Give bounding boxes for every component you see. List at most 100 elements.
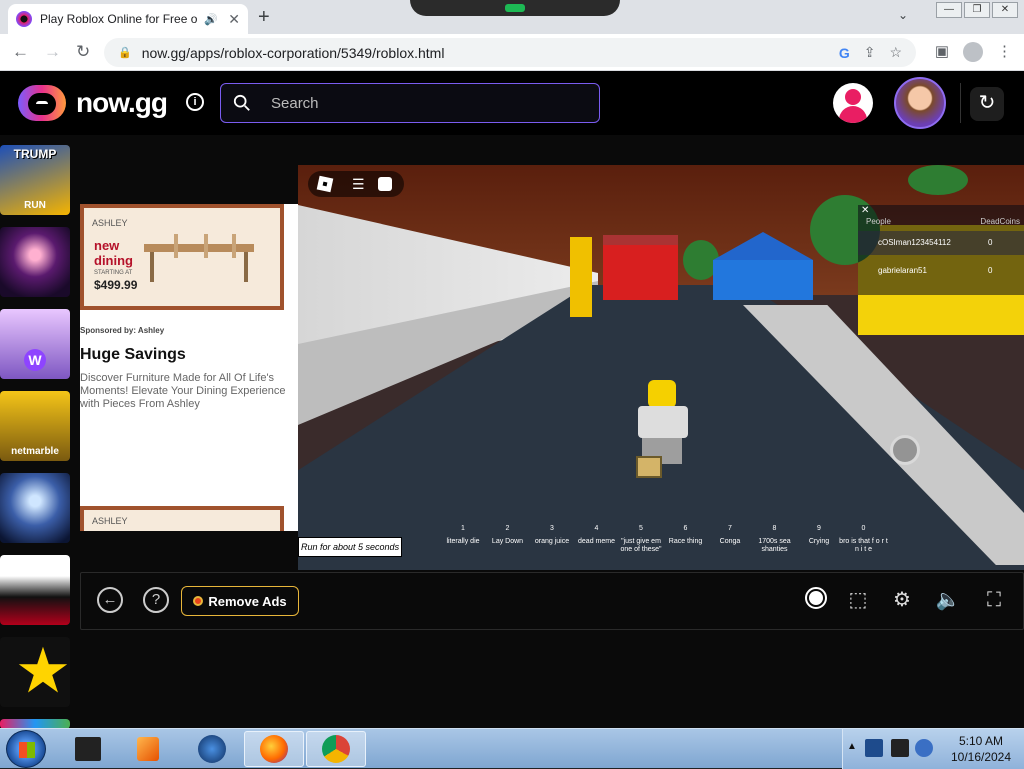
leaderboard-close-icon[interactable]: ✕ (861, 205, 869, 216)
roblox-logo-icon[interactable] (316, 175, 334, 193)
hotbar-slot[interactable]: 4 dead meme (572, 525, 622, 546)
ad-image-secondary[interactable]: ASHLEY (80, 506, 284, 531)
ad-starting-label: STARTING AT (94, 270, 133, 276)
bookmark-star-icon[interactable]: ☆ (889, 44, 902, 61)
sidebar-game-star[interactable]: ★ (0, 637, 70, 707)
sidebar-game-fantasy[interactable] (0, 473, 70, 543)
speaker-icon[interactable]: 🔊 (204, 13, 218, 26)
header-divider (960, 83, 961, 123)
info-icon[interactable]: i (186, 93, 204, 111)
nowgg-logo-text[interactable]: now.gg (76, 87, 168, 119)
new-tab-button[interactable]: + (258, 6, 270, 29)
browser-tab[interactable]: Play Roblox Online for Free o 🔊 ✕ (8, 4, 248, 34)
user-profile-icon[interactable] (833, 83, 873, 123)
hotbar-slot-number: 2 (505, 525, 510, 532)
dining-table-image (144, 234, 262, 282)
nowgg-favicon-icon (16, 11, 32, 27)
hotbar-slot[interactable]: 3 orang juice (527, 525, 577, 546)
ad-panel[interactable]: ASHLEY new dining STARTING AT $499.99 Sp… (80, 204, 298, 531)
recording-indicator-icon (505, 4, 525, 12)
tray-app-icon[interactable] (865, 739, 883, 757)
tab-search-chevron-icon[interactable]: ⌄ (898, 8, 908, 22)
leaderboard-row[interactable]: gabrielaran51 0 (858, 259, 1024, 283)
emote-hotbar: 1 literally die 2 Lay Down 3 orang juice 4 dead… (438, 525, 888, 565)
taskbar-media-player-icon[interactable] (118, 731, 178, 767)
hotbar-slot[interactable]: 8 1700s sea shanties (750, 525, 800, 554)
taskbar-app-dark-icon[interactable] (58, 731, 118, 767)
avatar[interactable] (894, 77, 946, 129)
star-icon: ★ (17, 639, 69, 702)
forward-arrow-icon[interactable]: → (44, 42, 61, 62)
restore-button[interactable]: ❐ (964, 2, 990, 18)
arrow-left-icon[interactable]: ← (97, 587, 123, 613)
remove-ads-icon (193, 596, 204, 606)
taskbar-globe-icon[interactable] (182, 731, 242, 767)
nowgg-header: now.gg i ↻ (0, 71, 1024, 135)
google-lens-icon[interactable]: G (839, 45, 850, 61)
hotbar-slot-label: orang juice (534, 538, 570, 545)
control-bar: ← ? Remove Ads ⬚ ⚙ 🔈 ⛶ (80, 572, 1024, 630)
hotbar-slot[interactable]: 0 bro is that f o r t n i t e (839, 525, 889, 554)
record-button[interactable] (805, 587, 827, 609)
address-bar[interactable]: 🔒 now.gg/apps/roblox-corporation/5349/ro… (104, 38, 916, 67)
remove-ads-button[interactable]: Remove Ads (181, 586, 299, 616)
minimize-button[interactable]: — (936, 2, 962, 18)
screen-notch (410, 0, 620, 16)
search-box[interactable] (220, 83, 600, 123)
url-text[interactable]: now.gg/apps/roblox-corporation/5349/robl… (142, 45, 445, 61)
hotbar-slot-label: "just give em one of these" (620, 538, 662, 553)
close-window-button[interactable]: ✕ (992, 2, 1018, 18)
refresh-icon[interactable]: ↻ (970, 87, 1004, 121)
search-input[interactable] (271, 94, 571, 112)
sidebar-game-anime[interactable] (0, 227, 70, 297)
hotbar-slot-number: 3 (550, 525, 554, 532)
hotbar-slot-number: 5 (639, 525, 643, 532)
hotbar-slot[interactable]: 1 literally die (438, 525, 488, 546)
clock-date: 10/16/2024 (950, 750, 1012, 764)
taskbar-clock[interactable]: 5:10 AM 10/16/2024 (945, 733, 1017, 765)
ad-image[interactable]: ASHLEY new dining STARTING AT $499.99 (80, 204, 284, 310)
ad-headline[interactable]: Huge Savings (80, 346, 186, 364)
tray-network-icon[interactable] (891, 739, 909, 757)
hotbar-slot[interactable]: 7 Conga (705, 525, 755, 546)
nowgg-logo-icon[interactable] (18, 85, 66, 121)
reload-icon[interactable]: ↻ (76, 42, 90, 62)
help-icon[interactable]: ? (143, 587, 169, 613)
sidebar-game-shadow-fight[interactable] (0, 555, 70, 625)
sidebar-game-w[interactable]: W (0, 309, 70, 379)
fullscreen-icon[interactable]: ⛶ (981, 587, 1007, 613)
system-tray: ▲ 5:10 AM 10/16/2024 (842, 729, 1024, 769)
cursor-settings-icon[interactable]: ⚙ (889, 587, 915, 613)
chat-icon[interactable] (378, 177, 392, 191)
hotbar-slot[interactable]: 2 Lay Down (483, 525, 533, 546)
leaderboard-row[interactable]: cOSIman123454112 0 (858, 231, 1024, 255)
hotbar-slot-label: Lay Down (491, 538, 524, 545)
taskbar-firefox-icon[interactable] (244, 731, 304, 767)
game-viewport[interactable]: ☰ ✕ People DeadCoins cOSIman123454112 0 … (298, 165, 1024, 570)
hotbar-slot[interactable]: 9 Crying (794, 525, 844, 546)
share-icon[interactable]: ⇪ (864, 44, 876, 61)
profile-avatar-icon[interactable] (963, 42, 983, 62)
hotbar-slot-number: 6 (683, 525, 688, 532)
menu-kebab-icon[interactable]: ⋮ (997, 42, 1012, 62)
sidebar-game-netmarble[interactable]: netmarble (0, 391, 70, 461)
sidebar-game-trump-run[interactable]: TRUMP RUN (0, 145, 70, 215)
hotbar-slot[interactable]: 5 "just give em one of these" (616, 525, 666, 554)
cursor-mode-icon[interactable]: ⬚ (845, 587, 871, 613)
side-panel-icon[interactable]: ▣ (935, 42, 949, 62)
joystick-thumb[interactable] (890, 435, 920, 465)
tray-expand-icon[interactable]: ▲ (847, 741, 857, 752)
start-button[interactable] (6, 730, 46, 768)
hamburger-menu-icon[interactable]: ☰ (352, 176, 365, 193)
tray-volume-icon[interactable] (915, 739, 933, 757)
hotbar-slot[interactable]: 6 Race thing (661, 525, 711, 546)
close-tab-icon[interactable]: ✕ (228, 11, 240, 28)
back-arrow-icon[interactable]: ← (12, 42, 29, 62)
game-tree (908, 165, 968, 195)
remove-ads-label: Remove Ads (208, 593, 287, 609)
lock-icon[interactable]: 🔒 (118, 46, 132, 59)
volume-icon[interactable]: 🔈 (935, 587, 961, 613)
hotbar-slot-label: dead meme (578, 538, 615, 545)
search-icon (233, 94, 250, 111)
taskbar-chrome-icon[interactable] (306, 731, 366, 767)
